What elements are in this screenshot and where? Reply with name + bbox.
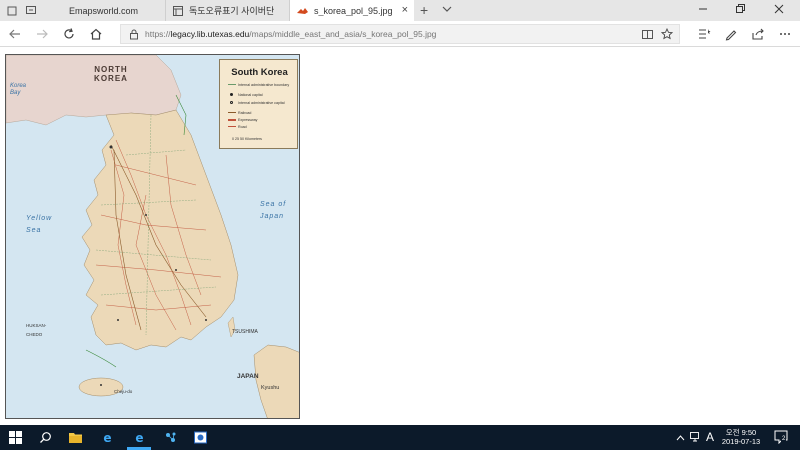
svg-text:e: e	[135, 431, 143, 444]
address-bar[interactable]: https://legacy.lib.utexas.edu/maps/middl…	[120, 24, 680, 44]
map-label-cheju: Cheju-do	[114, 389, 133, 394]
internet-explorer-icon[interactable]: e	[101, 431, 114, 444]
more-options-icon[interactable]	[778, 27, 792, 41]
back-icon[interactable]	[8, 27, 22, 41]
legend-row: National capital	[230, 93, 263, 97]
map-label-korea-bay: Korea Bay	[10, 83, 27, 96]
lock-icon[interactable]	[129, 29, 139, 40]
legend-row: Expressway	[228, 118, 257, 122]
tab-label: Emapsworld.com	[69, 5, 139, 16]
map-label-huksan: HUKSAN-CHEDO	[26, 323, 47, 337]
reading-view-icon[interactable]	[642, 29, 653, 40]
map-legend: South Korea Internal administrative boun…	[219, 59, 298, 149]
tab-preview-icon[interactable]	[26, 5, 36, 15]
svg-text:e: e	[103, 431, 111, 444]
new-tab-button[interactable]: +	[420, 2, 428, 18]
page-icon	[7, 6, 17, 15]
clock-date: 2019-07-13	[721, 437, 761, 446]
tab-emapsworld[interactable]: Emapsworld.com	[0, 0, 166, 21]
windows-taskbar: e e A 오전 9:50 2019-07-13 2	[0, 425, 800, 450]
url-text: https://legacy.lib.utexas.edu/maps/middl…	[145, 29, 437, 39]
minimize-icon[interactable]	[697, 3, 709, 15]
clock-time: 오전 9:50	[725, 428, 757, 437]
tab-strip: Emapsworld.com 독도오류표기 사이버단 > 1 s_korea_p…	[0, 0, 800, 22]
system-clock[interactable]: 오전 9:50 2019-07-13	[718, 428, 764, 446]
forward-icon[interactable]	[35, 27, 49, 41]
chevron-up-icon[interactable]	[676, 434, 685, 441]
page-content: NORTH KOREA Korea Bay Yellow Sea Sea of …	[0, 48, 800, 425]
home-icon[interactable]	[89, 27, 103, 41]
tab-label: s_korea_pol_95.jpg	[314, 6, 393, 16]
close-window-icon[interactable]	[773, 3, 785, 15]
reading-page-icon	[173, 5, 183, 16]
refresh-icon[interactable]	[62, 27, 76, 41]
app-network-icon[interactable]	[164, 431, 177, 444]
scale-bar: 0 25 50 Kilometers	[232, 137, 262, 141]
legend-row: Road	[228, 125, 247, 129]
search-icon[interactable]	[39, 431, 52, 444]
favorite-star-icon[interactable]	[661, 28, 673, 40]
tab-label: 독도오류표기 사이버단 > 1	[189, 6, 277, 16]
map-label-sea-of-japan: Sea of Japan	[260, 201, 287, 220]
share-icon[interactable]	[751, 27, 765, 41]
file-explorer-icon[interactable]	[69, 431, 82, 444]
legend-row: Internal administrative capital	[230, 101, 285, 105]
photo-viewer-icon[interactable]	[194, 431, 207, 444]
windows-start-icon[interactable]	[9, 431, 22, 444]
chevron-down-icon[interactable]	[441, 3, 453, 15]
map-label-kyushu: Kyushu	[261, 385, 280, 391]
restore-icon[interactable]	[734, 3, 746, 15]
edge-browser-icon[interactable]: e	[133, 431, 146, 444]
network-icon[interactable]	[690, 432, 702, 442]
image-file-icon	[297, 8, 308, 14]
close-tab-icon[interactable]: ×	[402, 4, 408, 16]
favorites-hub-icon[interactable]	[697, 27, 711, 41]
notification-count: 2	[781, 436, 787, 442]
map-label-japan: JAPAN	[237, 373, 259, 380]
map-title: South Korea	[231, 67, 288, 78]
tab-map-image[interactable]: s_korea_pol_95.jpg ×	[290, 0, 414, 22]
map-label-tsushima: TSUSHIMA	[232, 329, 258, 335]
ime-indicator[interactable]: A	[706, 430, 714, 444]
notification-center[interactable]: 2	[774, 430, 788, 445]
south-korea-map-image[interactable]: NORTH KOREA Korea Bay Yellow Sea Sea of …	[5, 54, 300, 419]
legend-row: Railroad	[228, 111, 251, 115]
tab-cyber-corps[interactable]: 독도오류표기 사이버단 > 1	[166, 0, 290, 21]
map-label-yellow-sea: Yellow Sea	[26, 215, 53, 234]
navigation-bar: https://legacy.lib.utexas.edu/maps/middl…	[0, 21, 800, 47]
pen-note-icon[interactable]	[724, 27, 738, 41]
map-label-north-korea: NORTH KOREA	[94, 65, 128, 83]
legend-row: Internal administrative boundary	[228, 83, 289, 87]
